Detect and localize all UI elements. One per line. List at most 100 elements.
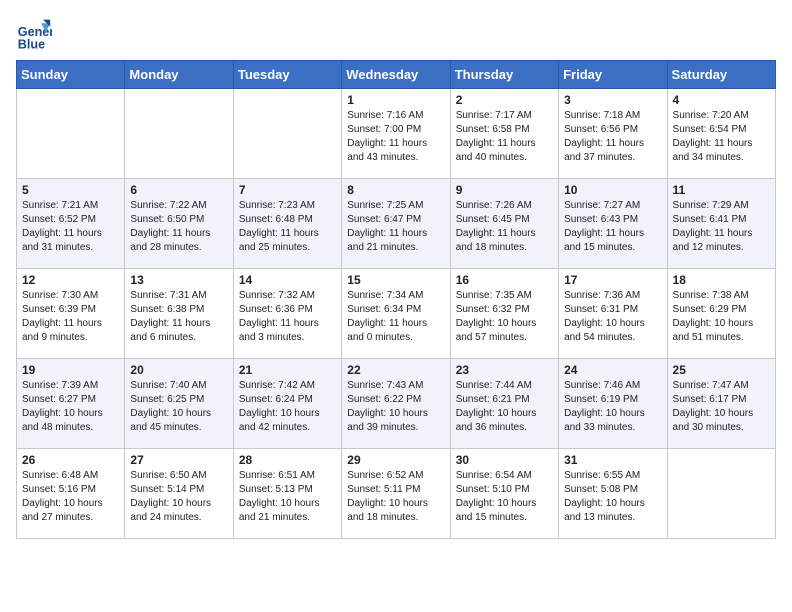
day-number: 7 (239, 183, 336, 197)
day-number: 31 (564, 453, 661, 467)
day-info: Sunrise: 7:16 AM Sunset: 7:00 PM Dayligh… (347, 109, 444, 165)
day-number: 23 (456, 363, 553, 377)
day-number: 18 (673, 273, 770, 287)
calendar-cell: 12Sunrise: 7:30 AM Sunset: 6:39 PM Dayli… (17, 269, 125, 359)
day-number: 13 (130, 273, 227, 287)
calendar-cell: 2 Sunrise: 7:17 AM Sunset: 6:58 PM Daylig… (450, 89, 558, 179)
day-info: Sunrise: 7:26 AM Sunset: 6:45 PM Dayligh… (456, 199, 553, 255)
calendar-cell: 15 Sunrise: 7:34 AM Sunset: 6:34 PM Dayli… (342, 269, 450, 359)
day-number: 9 (456, 183, 553, 197)
calendar-cell: 25 Sunrise: 7:47 AM Sunset: 6:17 PM Dayli… (667, 359, 775, 449)
calendar-cell: 17 Sunrise: 7:36 AM Sunset: 6:31 PM Dayli… (559, 269, 667, 359)
day-info: Sunrise: 7:47 AM Sunset: 6:17 PM Dayligh… (673, 379, 770, 435)
day-number: 20 (130, 363, 227, 377)
day-info: Sunrise: 7:34 AM Sunset: 6:34 PM Dayligh… (347, 289, 444, 345)
weekday-header-row: SundayMondayTuesdayWednesdayThursdayFrid… (17, 61, 776, 89)
calendar-cell: 22 Sunrise: 7:43 AM Sunset: 6:22 PM Dayli… (342, 359, 450, 449)
calendar-cell: 28 Sunrise: 6:51 AM Sunset: 5:13 PM Dayli… (233, 449, 341, 539)
day-info: Sunrise: 6:51 AM Sunset: 5:13 PM Dayligh… (239, 469, 336, 525)
day-info: Sunrise: 7:20 AM Sunset: 6:54 PM Dayligh… (673, 109, 770, 165)
day-info: Sunrise: 7:40 AM Sunset: 6:25 PM Dayligh… (130, 379, 227, 435)
day-number: 21 (239, 363, 336, 377)
day-info: Sunrise: 7:43 AM Sunset: 6:22 PM Dayligh… (347, 379, 444, 435)
day-number: 26 (22, 453, 119, 467)
calendar-cell: 6 Sunrise: 7:22 AM Sunset: 6:50 PM Daylig… (125, 179, 233, 269)
day-number: 16 (456, 273, 553, 287)
day-number: 28 (239, 453, 336, 467)
day-number: 4 (673, 93, 770, 107)
calendar-cell: 30 Sunrise: 6:54 AM Sunset: 5:10 PM Dayli… (450, 449, 558, 539)
calendar-cell: 14 Sunrise: 7:32 AM Sunset: 6:36 PM Dayli… (233, 269, 341, 359)
day-number: 19 (22, 363, 119, 377)
calendar-cell: 11 Sunrise: 7:29 AM Sunset: 6:41 PM Dayli… (667, 179, 775, 269)
weekday-header-sunday: Sunday (17, 61, 125, 89)
calendar-week-row: 5Sunrise: 7:21 AM Sunset: 6:52 PM Daylig… (17, 179, 776, 269)
day-number: 27 (130, 453, 227, 467)
day-info: Sunrise: 7:18 AM Sunset: 6:56 PM Dayligh… (564, 109, 661, 165)
calendar-cell (17, 89, 125, 179)
calendar-cell: 5Sunrise: 7:21 AM Sunset: 6:52 PM Daylig… (17, 179, 125, 269)
day-number: 15 (347, 273, 444, 287)
calendar-cell: 4 Sunrise: 7:20 AM Sunset: 6:54 PM Daylig… (667, 89, 775, 179)
day-info: Sunrise: 7:39 AM Sunset: 6:27 PM Dayligh… (22, 379, 119, 435)
calendar-week-row: 12Sunrise: 7:30 AM Sunset: 6:39 PM Dayli… (17, 269, 776, 359)
day-info: Sunrise: 6:54 AM Sunset: 5:10 PM Dayligh… (456, 469, 553, 525)
day-info: Sunrise: 6:55 AM Sunset: 5:08 PM Dayligh… (564, 469, 661, 525)
day-info: Sunrise: 7:17 AM Sunset: 6:58 PM Dayligh… (456, 109, 553, 165)
calendar-week-row: 26 Sunrise: 6:48 AM Sunset: 5:16 PM Dayli… (17, 449, 776, 539)
day-number: 25 (673, 363, 770, 377)
weekday-header-wednesday: Wednesday (342, 61, 450, 89)
day-info: Sunrise: 7:36 AM Sunset: 6:31 PM Dayligh… (564, 289, 661, 345)
svg-text:Blue: Blue (18, 37, 45, 51)
calendar-week-row: 19 Sunrise: 7:39 AM Sunset: 6:27 PM Dayli… (17, 359, 776, 449)
day-number: 6 (130, 183, 227, 197)
calendar-cell: 16Sunrise: 7:35 AM Sunset: 6:32 PM Dayli… (450, 269, 558, 359)
calendar-cell: 18 Sunrise: 7:38 AM Sunset: 6:29 PM Dayli… (667, 269, 775, 359)
calendar-cell: 10Sunrise: 7:27 AM Sunset: 6:43 PM Dayli… (559, 179, 667, 269)
calendar-cell: 13 Sunrise: 7:31 AM Sunset: 6:38 PM Dayli… (125, 269, 233, 359)
day-number: 3 (564, 93, 661, 107)
day-number: 11 (673, 183, 770, 197)
calendar-cell: 26 Sunrise: 6:48 AM Sunset: 5:16 PM Dayli… (17, 449, 125, 539)
day-info: Sunrise: 6:50 AM Sunset: 5:14 PM Dayligh… (130, 469, 227, 525)
day-number: 30 (456, 453, 553, 467)
calendar-week-row: 1 Sunrise: 7:16 AM Sunset: 7:00 PM Daylig… (17, 89, 776, 179)
day-info: Sunrise: 7:38 AM Sunset: 6:29 PM Dayligh… (673, 289, 770, 345)
day-info: Sunrise: 6:48 AM Sunset: 5:16 PM Dayligh… (22, 469, 119, 525)
calendar-cell: 3 Sunrise: 7:18 AM Sunset: 6:56 PM Daylig… (559, 89, 667, 179)
calendar-cell: 24Sunrise: 7:46 AM Sunset: 6:19 PM Dayli… (559, 359, 667, 449)
calendar-cell: 7Sunrise: 7:23 AM Sunset: 6:48 PM Daylig… (233, 179, 341, 269)
day-info: Sunrise: 7:44 AM Sunset: 6:21 PM Dayligh… (456, 379, 553, 435)
day-info: Sunrise: 7:29 AM Sunset: 6:41 PM Dayligh… (673, 199, 770, 255)
day-number: 2 (456, 93, 553, 107)
calendar-cell: 29 Sunrise: 6:52 AM Sunset: 5:11 PM Dayli… (342, 449, 450, 539)
day-info: Sunrise: 7:22 AM Sunset: 6:50 PM Dayligh… (130, 199, 227, 255)
calendar-cell: 21 Sunrise: 7:42 AM Sunset: 6:24 PM Dayli… (233, 359, 341, 449)
logo: General Blue (16, 16, 56, 52)
calendar-cell (667, 449, 775, 539)
calendar-cell (125, 89, 233, 179)
day-number: 17 (564, 273, 661, 287)
day-number: 1 (347, 93, 444, 107)
weekday-header-saturday: Saturday (667, 61, 775, 89)
day-info: Sunrise: 7:42 AM Sunset: 6:24 PM Dayligh… (239, 379, 336, 435)
calendar-cell: 23 Sunrise: 7:44 AM Sunset: 6:21 PM Dayli… (450, 359, 558, 449)
day-number: 29 (347, 453, 444, 467)
weekday-header-friday: Friday (559, 61, 667, 89)
day-info: Sunrise: 7:31 AM Sunset: 6:38 PM Dayligh… (130, 289, 227, 345)
page-header: General Blue (16, 16, 776, 52)
day-info: Sunrise: 7:30 AM Sunset: 6:39 PM Dayligh… (22, 289, 119, 345)
day-number: 5 (22, 183, 119, 197)
calendar-table: SundayMondayTuesdayWednesdayThursdayFrid… (16, 60, 776, 539)
day-info: Sunrise: 7:32 AM Sunset: 6:36 PM Dayligh… (239, 289, 336, 345)
day-info: Sunrise: 7:25 AM Sunset: 6:47 PM Dayligh… (347, 199, 444, 255)
day-number: 8 (347, 183, 444, 197)
day-number: 14 (239, 273, 336, 287)
day-number: 22 (347, 363, 444, 377)
calendar-cell: 8 Sunrise: 7:25 AM Sunset: 6:47 PM Daylig… (342, 179, 450, 269)
day-info: Sunrise: 7:46 AM Sunset: 6:19 PM Dayligh… (564, 379, 661, 435)
weekday-header-tuesday: Tuesday (233, 61, 341, 89)
day-info: Sunrise: 6:52 AM Sunset: 5:11 PM Dayligh… (347, 469, 444, 525)
calendar-cell: 1 Sunrise: 7:16 AM Sunset: 7:00 PM Daylig… (342, 89, 450, 179)
calendar-cell: 9 Sunrise: 7:26 AM Sunset: 6:45 PM Daylig… (450, 179, 558, 269)
